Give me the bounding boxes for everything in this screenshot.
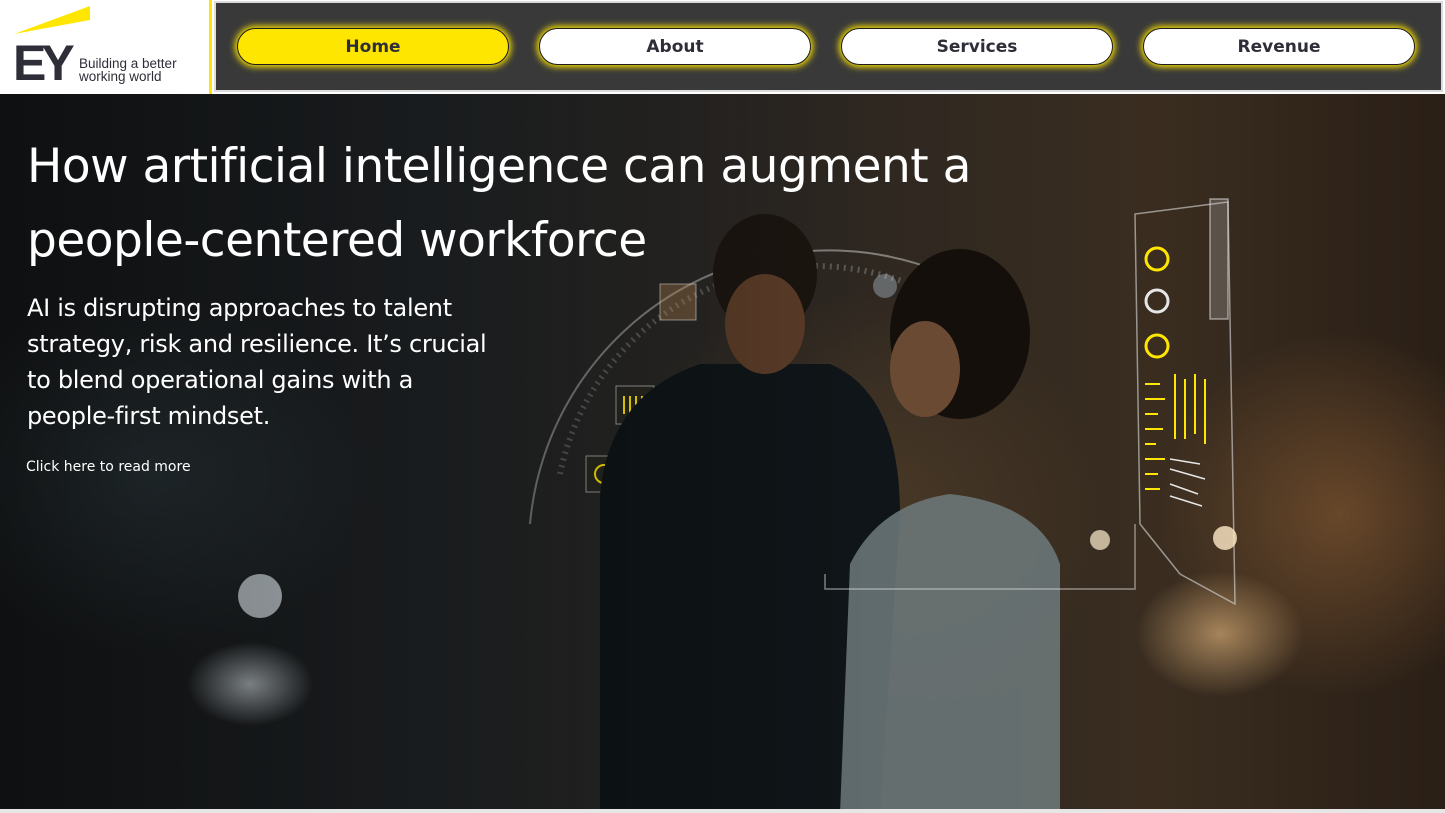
ey-logo-icon <box>14 6 90 34</box>
hero-title: How artificial intelligence can augment … <box>27 139 971 268</box>
hero-subtitle: AI is disrupting approaches to talent st… <box>27 294 487 430</box>
tagline-line-2: working world <box>79 69 162 84</box>
logo-text: EY <box>13 35 75 91</box>
nav-home-button[interactable]: Home <box>237 28 509 65</box>
nav-about-button[interactable]: About <box>539 28 811 65</box>
logo-tagline: Building a better working world <box>79 57 204 84</box>
bottom-divider <box>0 809 1445 813</box>
nav-revenue-button[interactable]: Revenue <box>1143 28 1415 65</box>
top-header: EY Building a better working world Home … <box>0 0 1445 94</box>
read-more-link[interactable]: Click here to read more <box>26 457 191 477</box>
ey-logo[interactable]: EY Building a better working world <box>0 0 212 94</box>
main-navigation: Home About Services Revenue <box>214 1 1443 92</box>
nav-services-button[interactable]: Services <box>841 28 1113 65</box>
